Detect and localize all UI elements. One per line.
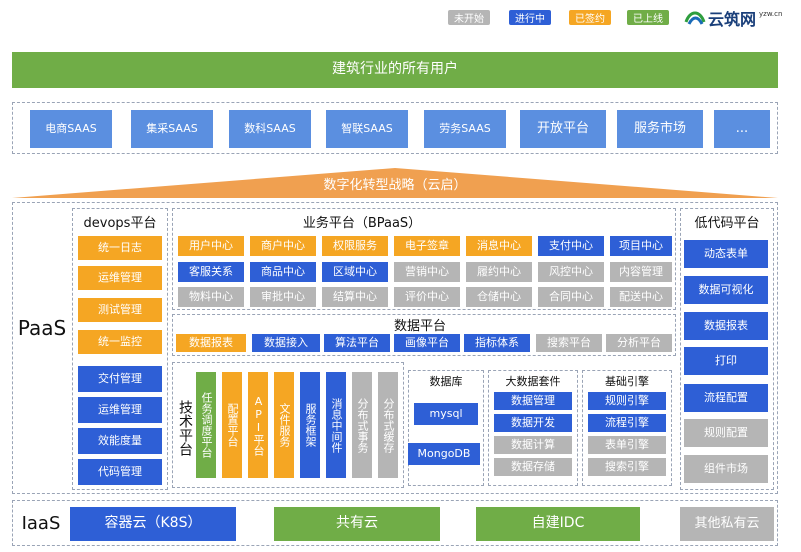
saas-item: 服务市场: [617, 110, 703, 148]
legend-signed: 已签约: [569, 10, 611, 25]
bpaas-item: 物料中心: [178, 287, 244, 307]
lowcode-item: 打印: [684, 347, 768, 375]
tech-item: 服务框架: [300, 372, 320, 478]
iaas-item: 自建IDC: [476, 507, 640, 541]
logo-domain: yzw.cn: [759, 10, 783, 18]
database-item: mysql: [414, 403, 478, 425]
saas-item: 开放平台: [520, 110, 606, 148]
bpaas-item: 用户中心: [178, 236, 244, 256]
bpaas-item: 支付中心: [538, 236, 604, 256]
tech-item: 分布式缓存: [378, 372, 398, 478]
devops-item: 运维管理: [78, 266, 162, 290]
tech-item: 任务调度平台: [196, 372, 216, 478]
bpaas-item: 仓储中心: [466, 287, 532, 307]
engine-item: 表单引擎: [588, 436, 666, 454]
devops-item: 交付管理: [78, 366, 162, 392]
bpaas-item: 评价中心: [394, 287, 460, 307]
tech-item: 配置平台: [222, 372, 242, 478]
engine-item: 规则引擎: [588, 392, 666, 410]
bpaas-item: 电子签章: [394, 236, 460, 256]
engine-title: 基础引擎: [605, 375, 649, 388]
engine-item: 流程引擎: [588, 414, 666, 432]
data-platform-item: 画像平台: [394, 334, 460, 352]
data-platform-item: 指标体系: [464, 334, 530, 352]
tech-item: API平台: [248, 372, 268, 478]
lowcode-item: 组件市场: [684, 455, 768, 483]
bpaas-item: 风控中心: [538, 262, 604, 282]
saas-item: ...: [714, 110, 770, 148]
bpaas-item: 履约中心: [466, 262, 532, 282]
bigdata-title: 大数据套件: [505, 375, 561, 388]
bigdata-item: 数据存储: [494, 458, 572, 476]
bpaas-item: 消息中心: [466, 236, 532, 256]
devops-title: devops平台: [83, 215, 157, 231]
tech-item: 消息中间件: [326, 372, 346, 478]
iaas-item: 共有云: [274, 507, 440, 541]
data-platform-title: 数据平台: [393, 318, 446, 334]
iaas-item: 其他私有云: [680, 507, 774, 541]
saas-item: 劳务SAAS: [424, 110, 506, 148]
iaas-item: 容器云（K8S）: [70, 507, 236, 541]
bigdata-item: 数据开发: [494, 414, 572, 432]
engine-item: 搜索引擎: [588, 458, 666, 476]
data-platform-item: 数据报表: [176, 334, 246, 352]
devops-item: 测试管理: [78, 298, 162, 322]
saas-item: 电商SAAS: [30, 110, 112, 148]
data-platform-item: 数据接入: [252, 334, 320, 352]
bpaas-title: 业务平台（BPaaS）: [302, 215, 422, 231]
bpaas-item: 审批中心: [250, 287, 316, 307]
bpaas-item: 商户中心: [250, 236, 316, 256]
data-platform-item: 搜索平台: [536, 334, 602, 352]
saas-item: 智联SAAS: [326, 110, 408, 148]
devops-item: 代码管理: [78, 459, 162, 485]
tech-platform-title: 技术平台: [177, 400, 193, 456]
bpaas-item: 项目中心: [610, 236, 672, 256]
bpaas-item: 客服关系: [178, 262, 244, 282]
iaas-label: IaaS: [21, 512, 61, 534]
bpaas-item: 权限服务: [322, 236, 388, 256]
bigdata-item: 数据计算: [494, 436, 572, 454]
lowcode-item: 规则配置: [684, 419, 768, 447]
lowcode-title: 低代码平台: [694, 215, 760, 231]
legend-online: 已上线: [627, 10, 669, 25]
legend-in-progress: 进行中: [509, 10, 551, 25]
bpaas-item: 区域中心: [322, 262, 388, 282]
logo-icon: [684, 11, 706, 25]
bigdata-item: 数据管理: [494, 392, 572, 410]
strategy-label: 数字化转型战略（云启）: [323, 177, 467, 193]
tech-item: 文件服务: [274, 372, 294, 478]
lowcode-item: 数据可视化: [684, 276, 768, 304]
lowcode-item: 流程配置: [684, 384, 768, 412]
data-platform-item: 算法平台: [324, 334, 390, 352]
bpaas-item: 营销中心: [394, 262, 460, 282]
paas-label: PaaS: [17, 316, 67, 340]
logo-text: 云筑网: [708, 10, 757, 29]
database-item: MongoDB: [408, 443, 480, 465]
saas-item: 集采SAAS: [131, 110, 213, 148]
bpaas-item: 合同中心: [538, 287, 604, 307]
bpaas-item: 商品中心: [250, 262, 316, 282]
devops-item: 统一日志: [78, 236, 162, 260]
bpaas-item: 内容管理: [610, 262, 672, 282]
tech-item: 分布式事务: [352, 372, 372, 478]
users-banner: 建筑行业的所有用户: [12, 52, 778, 88]
saas-item: 数科SAAS: [229, 110, 311, 148]
devops-item: 运维管理: [78, 397, 162, 423]
bpaas-item: 配送中心: [610, 287, 672, 307]
logo: 云筑网 yzw.cn: [684, 5, 796, 31]
data-platform-item: 分析平台: [606, 334, 672, 352]
devops-item: 统一监控: [78, 330, 162, 354]
lowcode-item: 数据报表: [684, 312, 768, 340]
database-title: 数据库: [429, 375, 463, 388]
bpaas-item: 结算中心: [322, 287, 388, 307]
legend-not-started: 未开始: [448, 10, 490, 25]
lowcode-item: 动态表单: [684, 240, 768, 268]
devops-item: 效能度量: [78, 428, 162, 454]
